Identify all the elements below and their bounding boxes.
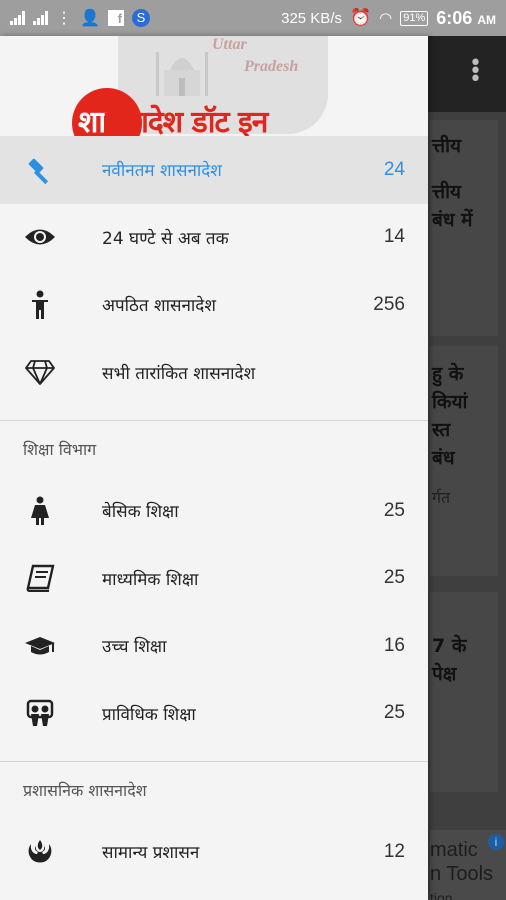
menu-item-general-administration[interactable]: सामान्य प्रशासन 12 (0, 818, 428, 886)
graduation-cap-icon (24, 630, 56, 662)
rebel-icon (24, 836, 56, 868)
menu-item-label: नवीनतम शासनादेश (102, 161, 222, 182)
menu-item-label: सामान्य प्रशासन (102, 843, 200, 864)
menu-item-basic-education[interactable]: बेसिक शिक्षा 25 (0, 477, 428, 545)
signal-icon (10, 11, 25, 25)
signal-icon-2 (33, 11, 48, 25)
card-text: त्तीय (432, 135, 462, 157)
navigation-drawer: Uttar Pradesh शासनादेश डॉट इन नवीनतम शास… (0, 36, 428, 900)
facebook-icon: f (107, 10, 124, 26)
status-bar: ⋮ 👤 f S 325 KB/s ⏰ ◠ 91% 6:06 AM (0, 0, 506, 36)
region-label: Pradesh (244, 58, 299, 75)
ad-banner[interactable]: i matic n Tools tion (430, 830, 506, 900)
ad-text: n Tools (430, 863, 494, 885)
card-text: कियां (432, 391, 468, 413)
menu-item-last-24-hours[interactable]: 24 घण्टे से अब तक 14 (0, 204, 428, 272)
gavel-icon (24, 154, 56, 186)
menu-item-latest[interactable]: नवीनतम शासनादेश 24 (0, 136, 428, 204)
alarm-icon: ⏰ (349, 8, 372, 27)
clock: 6:06 AM (436, 7, 496, 28)
menu-item-higher-education[interactable]: उच्च शिक्षा 16 (0, 612, 428, 680)
overflow-menu-icon[interactable]: • • • (469, 53, 482, 91)
status-left: ⋮ 👤 f S (10, 7, 150, 29)
card-text: त्तीय (432, 181, 462, 203)
menu-item-technical-education[interactable]: प्राविधिक शिक्षा 25 (0, 680, 428, 748)
card-text: पेक्ष (432, 663, 457, 685)
card-text: 7 के (432, 635, 467, 657)
diamond-icon (24, 356, 56, 388)
menu-item-count: 25 (383, 567, 405, 589)
app-logo: शासनादेश डॉट इन (78, 105, 268, 136)
menu-item-starred[interactable]: सभी तारांकित शासनादेश (0, 339, 428, 407)
book-icon (24, 562, 56, 594)
menu-item-label: अपठित शासनादेश (102, 296, 216, 317)
menu-item-label: उच्च शिक्षा (102, 637, 167, 658)
slideshare-icon (24, 697, 56, 729)
wifi-icon: ◠ (379, 10, 393, 27)
menu-item-count: 24 (383, 158, 405, 180)
ad-info-icon[interactable]: i (488, 834, 504, 850)
section-header-education: शिक्षा विभाग (23, 440, 97, 459)
menu-item-unread[interactable]: अपठित शासनादेश 256 (0, 271, 428, 339)
menu-item-count: 14 (383, 226, 405, 248)
drawer-menu: नवीनतम शासनादेश 24 24 घण्टे से अब तक 14 … (0, 136, 428, 886)
menu-item-count: 12 (383, 840, 405, 862)
menu-item-count: 25 (383, 702, 405, 724)
card-text: बंध में (432, 209, 473, 231)
shazam-icon: S (131, 9, 150, 27)
menu-item-label: सभी तारांकित शासनादेश (102, 363, 256, 384)
taj-mahal-icon (156, 52, 208, 96)
card-text: स्त (432, 419, 451, 441)
menu-item-secondary-education[interactable]: माध्यमिक शिक्षा 25 (0, 545, 428, 613)
news-card-3[interactable]: 7 के पेक्ष (430, 592, 498, 792)
menu-item-label: 24 घण्टे से अब तक (102, 228, 229, 249)
menu-item-count: 256 (373, 293, 405, 315)
contact-icon: 👤 (80, 10, 100, 27)
card-text: हु के (432, 363, 464, 385)
card-text: बंध (432, 447, 455, 469)
network-speed: 325 KB/s (281, 9, 342, 27)
section-header-admin: प्रशासनिक शासनादेश (23, 781, 147, 800)
battery-icon: 91% (400, 10, 429, 26)
region-label: Uttar (212, 36, 247, 53)
news-card-1[interactable]: त्तीय त्तीय बंध में (430, 120, 498, 336)
menu-item-label: बेसिक शिक्षा (102, 502, 179, 523)
menu-item-label: प्राविधिक शिक्षा (102, 704, 196, 725)
menu-item-count: 16 (383, 634, 405, 656)
card-subtext: र्गत (432, 488, 451, 507)
news-card-2[interactable]: हु के कियां स्त बंध र्गत (430, 346, 498, 576)
girl-icon (24, 495, 56, 527)
status-right: 325 KB/s ⏰ ◠ 91% 6:06 AM (281, 7, 496, 29)
menu-item-label: माध्यमिक शिक्षा (102, 569, 199, 590)
more-dots-icon: ⋮ (56, 10, 72, 27)
menu-item-count: 25 (383, 499, 405, 521)
ad-text: tion (430, 890, 453, 900)
person-icon (24, 289, 56, 321)
eye-icon (24, 221, 56, 253)
drawer-header: Uttar Pradesh शासनादेश डॉट इन (0, 36, 428, 136)
